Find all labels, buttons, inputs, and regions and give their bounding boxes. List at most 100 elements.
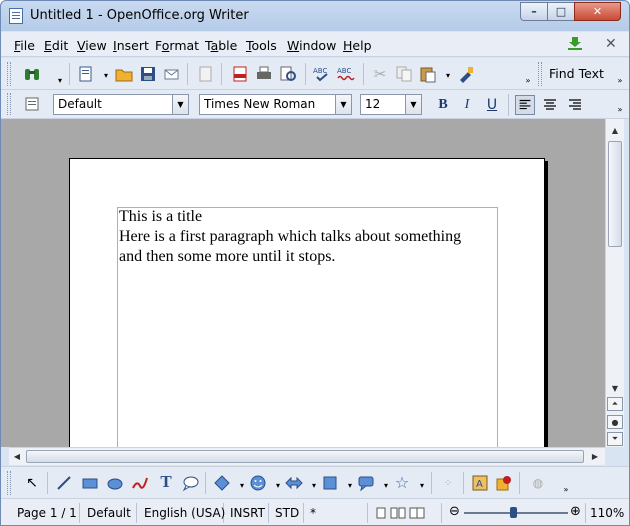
font-size-select[interactable]: 12 ▼	[360, 94, 422, 115]
email-icon[interactable]	[163, 65, 181, 83]
paste-icon[interactable]	[419, 65, 437, 83]
menu-edit[interactable]: Edit	[44, 38, 68, 53]
zoom-out-icon[interactable]: ⊖	[449, 504, 460, 519]
menu-table[interactable]: Table	[205, 38, 237, 53]
menu-view[interactable]: View	[77, 38, 107, 53]
text-tool-icon[interactable]: T	[157, 472, 175, 491]
close-window-button[interactable]: ✕	[574, 2, 621, 21]
document-paragraph-line[interactable]: Here is a first paragraph which talks ab…	[119, 228, 461, 246]
next-page-icon[interactable]: ⏷	[607, 432, 623, 446]
toolbar-overflow-icon[interactable]: »	[611, 100, 629, 118]
selection-mode-indicator[interactable]: STD	[271, 503, 304, 523]
toolbar-grip[interactable]	[538, 62, 542, 86]
basic-shapes-icon[interactable]	[213, 474, 231, 492]
page-indicator[interactable]: Page 1 / 1	[13, 503, 80, 523]
rectangle-tool-icon[interactable]	[81, 474, 99, 492]
symbol-shapes-icon[interactable]	[249, 474, 267, 492]
points-icon[interactable]: ⁘	[439, 474, 457, 492]
edit-file-icon[interactable]	[197, 65, 215, 83]
block-arrows-icon[interactable]	[285, 474, 303, 492]
print-icon[interactable]	[255, 65, 273, 83]
menu-format[interactable]: Format	[155, 38, 199, 53]
new-document-icon[interactable]	[77, 65, 95, 83]
chevron-down-icon[interactable]: ▼	[405, 95, 421, 114]
document-page[interactable]: This is a title Here is a first paragrap…	[69, 158, 545, 447]
align-center-icon[interactable]	[540, 95, 560, 115]
vertical-scrollbar[interactable]: ▲ ▼ ⏶ ● ⏷	[605, 119, 624, 447]
menu-tools[interactable]: Tools	[246, 38, 277, 53]
freeform-line-icon[interactable]	[131, 474, 149, 492]
maximize-button[interactable]: □	[547, 2, 575, 21]
download-update-icon[interactable]	[567, 36, 583, 50]
line-tool-icon[interactable]	[55, 474, 73, 492]
autospellcheck-icon[interactable]: ABC	[337, 65, 355, 83]
align-right-icon[interactable]	[565, 95, 585, 115]
cut-icon[interactable]: ✂	[371, 65, 389, 83]
document-title-line[interactable]: This is a title	[119, 208, 202, 226]
multi-page-view-icon[interactable]	[390, 507, 406, 519]
menu-insert[interactable]: Insert	[113, 38, 149, 53]
bold-button[interactable]: B	[433, 95, 453, 115]
document-paragraph-line[interactable]: and then some more until it stops.	[119, 248, 335, 266]
scroll-down-icon[interactable]: ▼	[608, 381, 622, 395]
vertical-scroll-thumb[interactable]	[608, 141, 622, 247]
text-boundary[interactable]: This is a title Here is a first paragrap…	[117, 207, 498, 447]
chevron-down-icon[interactable]: ▼	[172, 95, 188, 114]
toolbar-overflow-icon[interactable]: »	[519, 71, 537, 89]
paragraph-style-select[interactable]: Default ▼	[53, 94, 189, 115]
find-text-label[interactable]: Find Text	[549, 66, 604, 81]
binoculars-icon[interactable]	[23, 65, 41, 83]
document-canvas[interactable]: This is a title Here is a first paragrap…	[1, 119, 605, 447]
ellipse-tool-icon[interactable]	[106, 474, 124, 492]
from-file-icon[interactable]	[495, 474, 513, 492]
flowchart-icon[interactable]	[321, 474, 339, 492]
minimize-button[interactable]: –	[520, 2, 548, 21]
toolbar-overflow-icon[interactable]: »	[611, 71, 629, 89]
chevron-down-icon[interactable]: ▾	[51, 71, 69, 89]
export-pdf-icon[interactable]	[231, 65, 249, 83]
zoom-slider-handle[interactable]	[510, 507, 517, 518]
menu-file[interactable]: File	[14, 38, 35, 53]
previous-page-icon[interactable]: ⏶	[607, 397, 623, 411]
copy-icon[interactable]	[395, 65, 413, 83]
chevron-down-icon[interactable]: ▼	[335, 95, 351, 114]
stars-icon[interactable]: ☆	[393, 473, 411, 492]
callout-tool-icon[interactable]	[181, 474, 199, 492]
italic-button[interactable]: I	[457, 95, 477, 115]
chevron-down-icon[interactable]: ▾	[439, 66, 457, 84]
save-icon[interactable]	[139, 65, 157, 83]
toolbar-grip[interactable]	[7, 62, 11, 86]
scroll-left-icon[interactable]: ◀	[11, 450, 23, 463]
font-name-select[interactable]: Times New Roman ▼	[199, 94, 352, 115]
fontwork-icon[interactable]: A	[471, 474, 489, 492]
scroll-right-icon[interactable]: ▶	[589, 450, 601, 463]
styles-formatting-icon[interactable]	[23, 95, 41, 113]
title-bar[interactable]: Untitled 1 - OpenOffice.org Writer – □ ✕	[1, 1, 629, 31]
toolbar-grip[interactable]	[7, 471, 11, 495]
horizontal-scroll-thumb[interactable]	[26, 450, 584, 463]
chevron-down-icon[interactable]: ▾	[413, 476, 431, 494]
chevron-down-icon[interactable]: ▾	[97, 66, 115, 84]
toolbar-overflow-icon[interactable]: »	[557, 480, 575, 498]
zoom-in-icon[interactable]: ⊕	[570, 504, 581, 519]
scroll-up-icon[interactable]: ▲	[608, 123, 622, 137]
menu-help[interactable]: Help	[343, 38, 372, 53]
horizontal-scrollbar[interactable]: ◀ ▶	[9, 447, 605, 465]
page-preview-icon[interactable]	[279, 65, 297, 83]
clone-formatting-icon[interactable]	[457, 65, 475, 83]
align-left-icon[interactable]	[515, 95, 535, 115]
language-indicator[interactable]: English (USA)	[140, 503, 225, 523]
menu-window[interactable]: Window	[287, 38, 336, 53]
book-view-icon[interactable]	[409, 507, 425, 519]
spellcheck-icon[interactable]: ABC	[313, 65, 331, 83]
underline-button[interactable]: U	[482, 95, 502, 115]
navigator-icon[interactable]: ●	[607, 415, 623, 429]
extrusion-icon[interactable]: ◍	[529, 474, 547, 492]
select-pointer-icon[interactable]: ↖	[23, 474, 41, 492]
single-page-view-icon[interactable]	[375, 507, 387, 519]
zoom-level[interactable]: 110%	[585, 503, 629, 523]
insert-mode-indicator[interactable]: INSRT	[226, 503, 269, 523]
page-style-indicator[interactable]: Default	[83, 503, 137, 523]
close-document-button[interactable]: ✕	[605, 36, 617, 52]
open-folder-icon[interactable]	[115, 65, 133, 83]
